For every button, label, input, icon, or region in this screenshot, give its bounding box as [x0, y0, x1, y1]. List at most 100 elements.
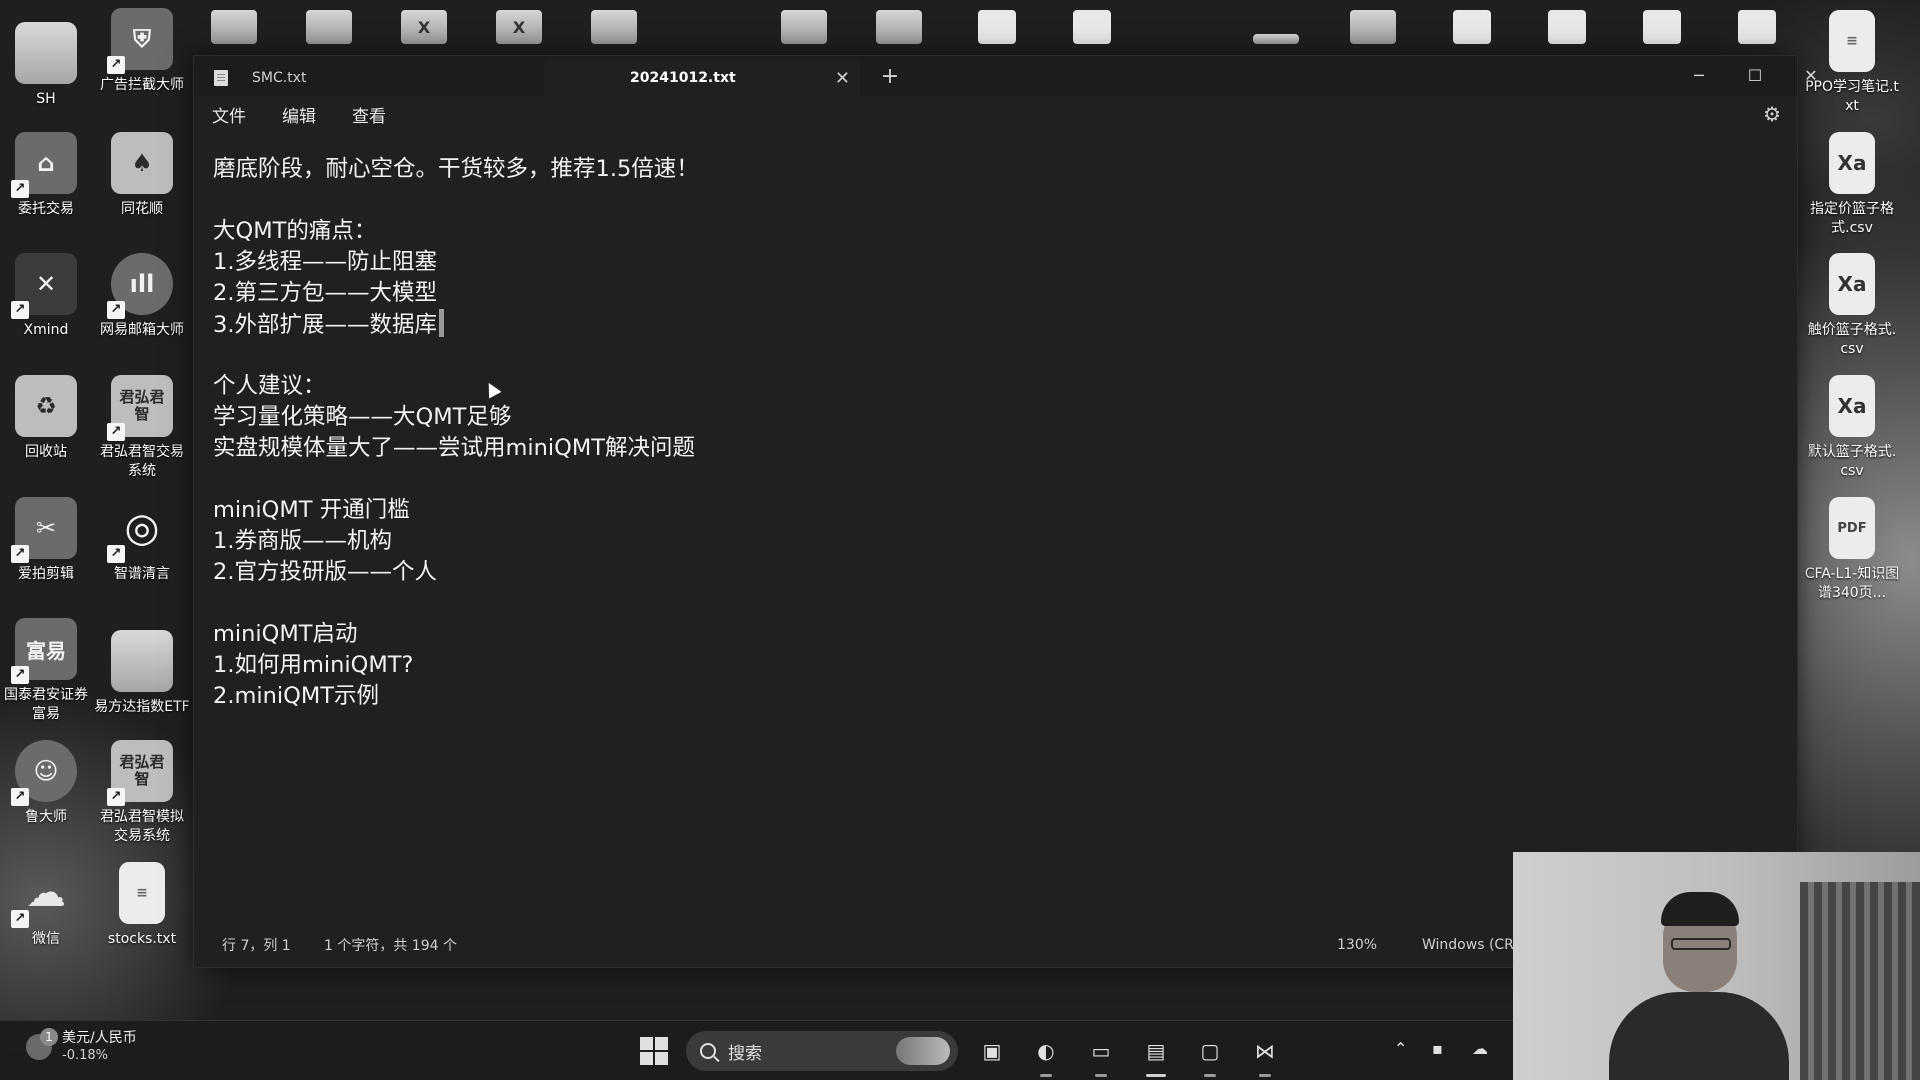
- desktop-icon-fuyi[interactable]: 富易 ↗ 国泰君安证券富易: [0, 618, 94, 724]
- text-line: 个人建议：: [213, 373, 326, 399]
- file-manager-icon[interactable]: ▣: [974, 1033, 1010, 1069]
- onedrive-icon[interactable]: ☁: [1472, 1039, 1488, 1058]
- vscode-icon[interactable]: ⋈: [1247, 1033, 1283, 1077]
- fuyi-icon: 富易 ↗: [11, 618, 77, 684]
- chevron-up-icon[interactable]: ⌃: [1394, 1039, 1407, 1058]
- text-line: [213, 588, 1767, 619]
- desktop-icon-wechat[interactable]: ☁ ↗ 微信: [0, 862, 94, 949]
- desktop-icon-ad-blocker[interactable]: ⛨ ↗ 广告拦截大师: [94, 8, 190, 95]
- desktop-icon-cfa-pdf[interactable]: PDF CFA-L1-知识图谱340页...: [1804, 497, 1900, 603]
- text-line: 1.券商版——机构: [213, 528, 392, 554]
- desktop-icon-junhong-trade[interactable]: 君弘君智 ↗ 君弘君智交易系统: [94, 375, 190, 481]
- explorer-icon[interactable]: ▭: [1083, 1033, 1119, 1077]
- junhong-icon: 君弘君智 ↗: [107, 740, 173, 806]
- weather-widget-icon: 1: [26, 1028, 58, 1060]
- desktop-icon-zhipu-qingyan[interactable]: ◎ ↗ 智谱清言: [94, 497, 190, 584]
- wechat-icon: ☁ ↗: [11, 862, 77, 928]
- notepad-window: SMC.txt 20241012.txt ✕ + ─ ☐ ✕ 文件 编辑 查看 …: [193, 55, 1818, 968]
- excel-csv-icon: Xa: [1829, 375, 1875, 437]
- currency-widget[interactable]: 1 美元/人民币 -0.18%: [26, 1028, 137, 1065]
- widget-title: 美元/人民币: [62, 1030, 137, 1046]
- app-icon[interactable]: [591, 10, 637, 44]
- excel-icon[interactable]: X: [401, 10, 447, 44]
- desktop-icon-xmind[interactable]: ✕ ↗ Xmind: [0, 253, 94, 340]
- widget-change: -0.18%: [62, 1048, 108, 1063]
- notepad-icon[interactable]: ▤: [1138, 1033, 1174, 1077]
- desktop-icon-netease-mail[interactable]: ıll ↗ 网易邮箱大师: [94, 253, 190, 340]
- minimize-button[interactable]: ─: [1676, 60, 1722, 92]
- text-editor[interactable]: 磨底阶段，耐心空仓。干货较多，推荐1.5倍速！ 大QMT的痛点： 1.多线程——…: [213, 154, 1767, 923]
- desktop-icon-stocks-txt[interactable]: ≡ stocks.txt: [94, 862, 190, 949]
- text-line: 实盘规模体量大了——尝试用miniQMT解决问题: [213, 435, 696, 461]
- file-icon[interactable]: [1073, 10, 1111, 44]
- text-line: 磨底阶段，耐心空仓。干货较多，推荐1.5倍速！: [213, 156, 699, 182]
- desktop-icon-efund-etf[interactable]: 易方达指数ETF: [94, 618, 190, 717]
- excel-icon[interactable]: X: [496, 10, 542, 44]
- text-line: 1.多线程——防止阻塞: [213, 249, 437, 275]
- network-icon[interactable]: ▪: [1432, 1039, 1443, 1058]
- new-tab-button[interactable]: +: [874, 64, 906, 89]
- tab-20241012[interactable]: 20241012.txt ✕: [544, 60, 860, 96]
- text-line-selected: 3.外部扩展——数据库: [213, 309, 1767, 340]
- taskbar: 1 美元/人民币 -0.18% 搜索 ▣ ◐ ▭ ▤ ▢ ⋈ ⌃ ▪ ☁: [0, 1020, 1513, 1080]
- text-line: [213, 185, 1767, 216]
- zoom-level[interactable]: 130%: [1337, 937, 1377, 953]
- desktop-icon-sh[interactable]: SH: [0, 10, 94, 109]
- text-line: 2.miniQMT示例: [213, 683, 380, 709]
- text-line: 学习量化策略——大QMT足够: [213, 404, 512, 430]
- pdf-icon: PDF: [1829, 497, 1875, 559]
- text-line: 大QMT的痛点：: [213, 218, 377, 244]
- text-file-icon: ≡: [1829, 10, 1875, 72]
- menu-file[interactable]: 文件: [194, 102, 264, 127]
- desktop-icon-trade-delegate[interactable]: ⌂ ↗ 委托交易: [0, 132, 94, 219]
- desktop-icon-junhong-sim[interactable]: 君弘君智 ↗ 君弘君智模拟交易系统: [94, 740, 190, 846]
- folder-icon[interactable]: [306, 10, 352, 44]
- taskbar-search[interactable]: 搜索: [686, 1031, 958, 1071]
- file-icon[interactable]: [1453, 10, 1491, 44]
- menu-view[interactable]: 查看: [334, 102, 404, 127]
- tab-title: SMC.txt: [252, 70, 307, 86]
- file-icon[interactable]: [1548, 10, 1586, 44]
- search-placeholder: 搜索: [728, 1043, 762, 1064]
- xmind-icon: ✕ ↗: [11, 253, 77, 319]
- folder-icon[interactable]: [1350, 10, 1396, 44]
- settings-gear-icon[interactable]: ⚙: [1763, 102, 1781, 126]
- search-icon: [700, 1043, 716, 1059]
- desktop-icon-tonghuashun[interactable]: ♠ 同花顺: [94, 132, 190, 219]
- file-icon[interactable]: [978, 10, 1016, 44]
- desktop-icon-ludashi[interactable]: ☺ ↗ 鲁大师: [0, 740, 94, 827]
- text-selection: [438, 309, 444, 337]
- webcam-overlay: [1513, 852, 1920, 1080]
- desktop-icon-aipai-editor[interactable]: ✂ ↗ 爱拍剪辑: [0, 497, 94, 584]
- desktop-icon-limit-basket[interactable]: Xa 指定价篮子格式.csv: [1804, 132, 1900, 238]
- file-icon[interactable]: [1253, 34, 1299, 44]
- folder-icon[interactable]: [211, 10, 257, 44]
- folder-icon[interactable]: [781, 10, 827, 44]
- text-line: [213, 340, 1767, 371]
- text-file-icon: ≡: [119, 862, 165, 924]
- file-icon[interactable]: [1738, 10, 1776, 44]
- file-icon[interactable]: [1643, 10, 1681, 44]
- cursor-position: 行 7，列 1: [222, 938, 291, 954]
- folder-icon: [15, 22, 77, 84]
- text-line: 2.官方投研版——个人: [213, 559, 437, 585]
- tab-smc[interactable]: SMC.txt: [212, 60, 542, 96]
- desktop-icon-trigger-basket[interactable]: Xa 触价篮子格式.csv: [1804, 253, 1900, 359]
- junhong-icon: 君弘君智 ↗: [107, 375, 173, 441]
- line-ending[interactable]: Windows (CR: [1422, 937, 1514, 953]
- close-tab-icon[interactable]: ✕: [835, 68, 850, 89]
- text-line: [213, 464, 1767, 495]
- menu-edit[interactable]: 编辑: [264, 102, 334, 127]
- edge-icon[interactable]: ◐: [1028, 1033, 1064, 1077]
- capture-icon[interactable]: ▢: [1192, 1033, 1228, 1077]
- folder-icon[interactable]: [876, 10, 922, 44]
- start-button[interactable]: [640, 1037, 668, 1065]
- desktop-icon-recycle-bin[interactable]: ♻ 回收站: [0, 375, 94, 462]
- notepad-titlebar[interactable]: SMC.txt 20241012.txt ✕ + ─ ☐ ✕: [194, 56, 1818, 96]
- desktop-icon-default-basket[interactable]: Xa 默认篮子格式.csv: [1804, 375, 1900, 481]
- close-window-button[interactable]: ✕: [1788, 60, 1834, 92]
- text-line: 1.如何用miniQMT?: [213, 652, 414, 678]
- text-line: miniQMT启动: [213, 621, 358, 647]
- maximize-button[interactable]: ☐: [1732, 60, 1778, 92]
- spiral-icon: ◎ ↗: [107, 497, 173, 563]
